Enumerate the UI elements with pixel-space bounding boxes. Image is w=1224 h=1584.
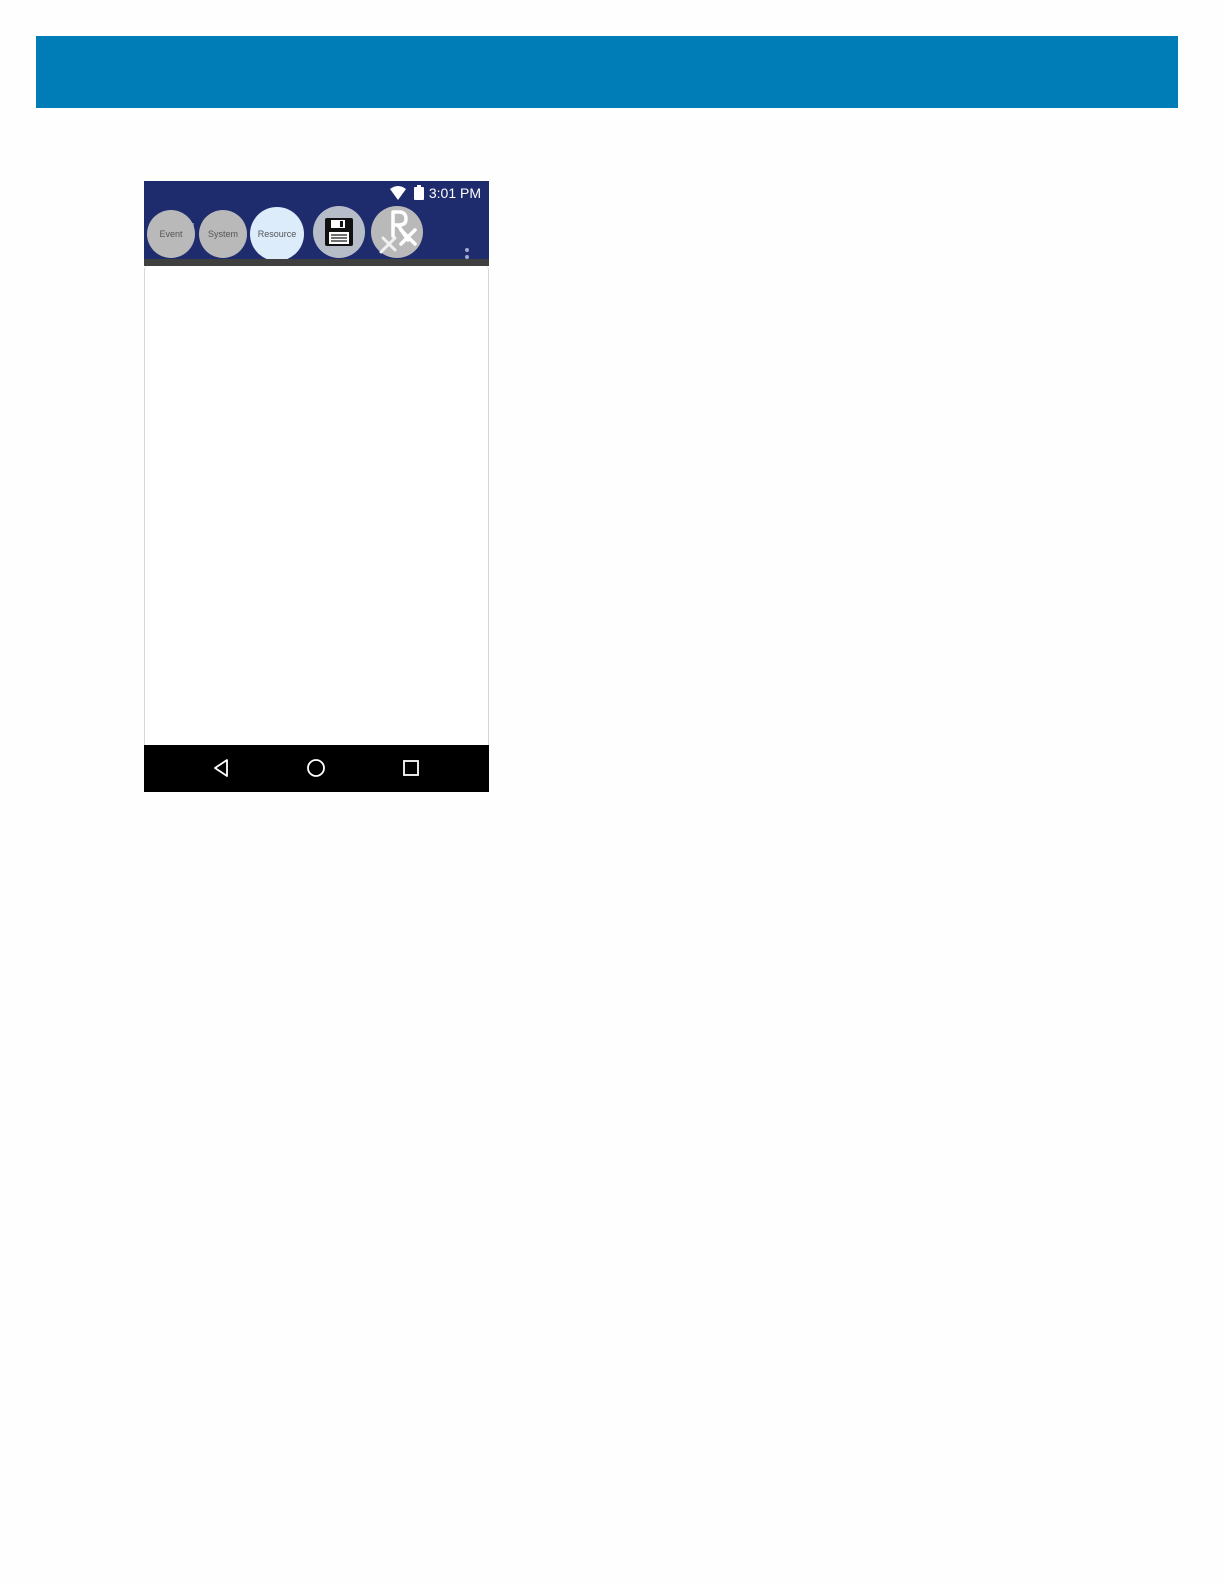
floppy-disk-icon bbox=[325, 218, 353, 246]
app-bar-shadow bbox=[144, 259, 489, 266]
nav-back-icon[interactable] bbox=[211, 758, 231, 778]
phone-screenshot: 3:01 PM g n Event System Resource bbox=[144, 181, 489, 792]
battery-icon bbox=[414, 185, 424, 200]
header-band bbox=[36, 36, 1178, 108]
nav-bar bbox=[144, 745, 489, 792]
system-label: System bbox=[207, 229, 238, 239]
event-label: Event bbox=[159, 229, 183, 239]
resource-label: Resource bbox=[257, 229, 297, 239]
nav-home-icon[interactable] bbox=[306, 758, 326, 778]
system-button[interactable]: System bbox=[199, 210, 247, 258]
content-area bbox=[144, 266, 489, 746]
event-button[interactable]: Event bbox=[147, 210, 195, 258]
rx-tools-icon bbox=[379, 210, 417, 254]
status-bar: 3:01 PM bbox=[144, 181, 489, 205]
status-time: 3:01 PM bbox=[428, 185, 481, 201]
save-button[interactable] bbox=[313, 206, 365, 258]
resource-button[interactable]: Resource bbox=[250, 207, 304, 261]
rx-button[interactable] bbox=[371, 206, 423, 258]
wifi-icon bbox=[390, 186, 406, 200]
nav-recent-icon[interactable] bbox=[402, 759, 420, 777]
